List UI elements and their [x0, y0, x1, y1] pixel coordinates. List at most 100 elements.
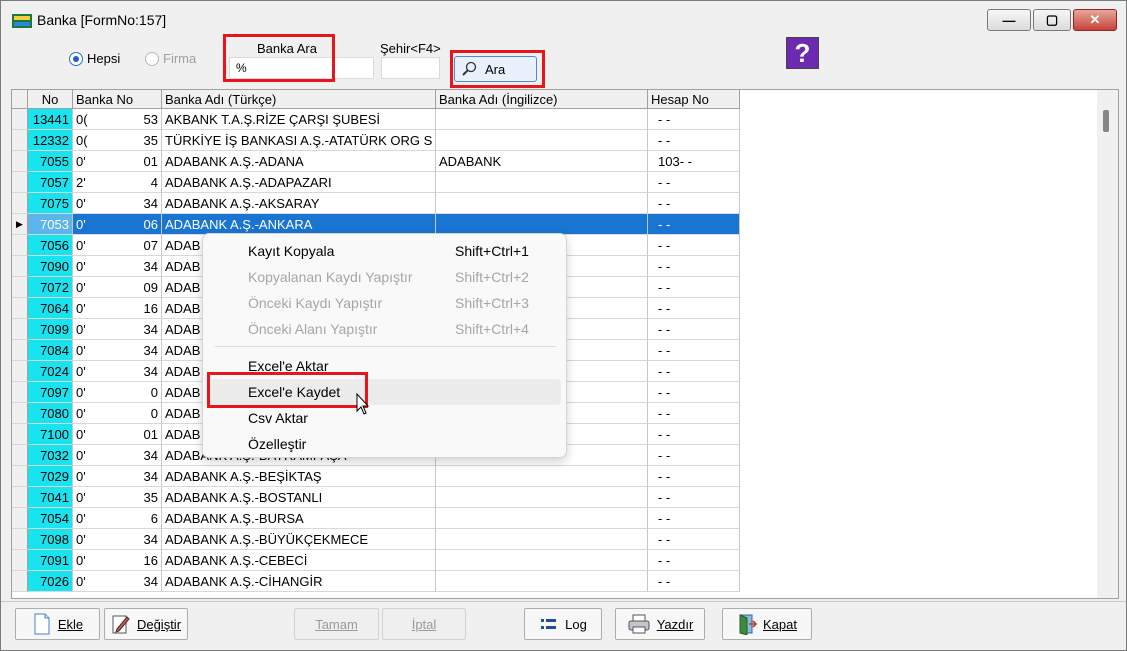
cell-account-no[interactable]: - - [648, 130, 740, 151]
cell-bank-name-tr[interactable]: ADABANK A.Ş.-ANKARA [162, 214, 436, 235]
cell-bank-no[interactable]: 0' 01 [73, 424, 162, 445]
cell-bank-name-tr[interactable]: ADABANK A.Ş.-BURSA [162, 508, 436, 529]
cell-no[interactable]: 7097 [28, 382, 73, 403]
cell-account-no[interactable]: - - [648, 466, 740, 487]
header-account-no[interactable]: Hesap No [648, 90, 740, 109]
cell-no[interactable]: 7057 [28, 172, 73, 193]
cell-bank-no[interactable]: 0' 34 [73, 319, 162, 340]
cell-no[interactable]: 7080 [28, 403, 73, 424]
cell-account-no[interactable]: - - [648, 361, 740, 382]
cell-account-no[interactable]: - - [648, 235, 740, 256]
cell-bank-no[interactable]: 0' 35 [73, 487, 162, 508]
cell-no[interactable]: 7084 [28, 340, 73, 361]
cell-no[interactable]: 7055 [28, 151, 73, 172]
cell-no[interactable]: 7032 [28, 445, 73, 466]
table-row[interactable]: ▶ 7053 0' 06 ADABANK A.Ş.-ANKARA - - [12, 214, 740, 235]
cell-bank-no[interactable]: 0' 34 [73, 529, 162, 550]
cell-account-no[interactable]: - - [648, 340, 740, 361]
radio-firm[interactable]: Firma [145, 51, 196, 66]
menu-item-önceki-alanı-yapıştır[interactable]: Önceki Alanı Yapıştır Shift+Ctrl+4 [209, 316, 561, 342]
cell-bank-no[interactable]: 0(35 [73, 130, 162, 151]
cell-bank-name-tr[interactable]: ADABANK A.Ş.-BOSTANLI [162, 487, 436, 508]
cell-no[interactable]: 7098 [28, 529, 73, 550]
cell-bank-name-en[interactable] [436, 508, 648, 529]
cell-bank-no[interactable]: 0' 34 [73, 466, 162, 487]
close-window-button[interactable]: ✕ [1073, 9, 1117, 31]
cell-account-no[interactable]: - - [648, 571, 740, 592]
close-button[interactable]: Kapat [722, 608, 812, 640]
print-button[interactable]: Yazdır [615, 608, 705, 640]
cell-no[interactable]: 7024 [28, 361, 73, 382]
maximize-button[interactable]: ▢ [1033, 9, 1071, 31]
table-row[interactable]: 7054 0' 6 ADABANK A.Ş.-BURSA - - [12, 508, 740, 529]
cell-bank-no[interactable]: 0' 09 [73, 277, 162, 298]
cell-account-no[interactable]: - - [648, 550, 740, 571]
cell-bank-no[interactable]: 0' 34 [73, 193, 162, 214]
header-bank-no[interactable]: Banka No [73, 90, 162, 109]
minimize-button[interactable]: — [987, 9, 1031, 31]
table-row[interactable]: 12332 0(35 TÜRKİYE İŞ BANKASI A.Ş.-ATATÜRK… [12, 130, 740, 151]
cell-bank-name-en[interactable] [436, 130, 648, 151]
cell-bank-name-en[interactable]: ADABANK [436, 151, 648, 172]
cell-no[interactable]: 7072 [28, 277, 73, 298]
cell-bank-no[interactable]: 0' 07 [73, 235, 162, 256]
cell-account-no[interactable]: - - [648, 277, 740, 298]
cell-bank-name-tr[interactable]: ADABANK A.Ş.-ADANA [162, 151, 436, 172]
cell-no[interactable]: 7056 [28, 235, 73, 256]
menu-item-önceki-kaydı-yapıştır[interactable]: Önceki Kaydı Yapıştır Shift+Ctrl+3 [209, 290, 561, 316]
radio-all[interactable]: Hepsi [69, 51, 120, 66]
cell-bank-no[interactable]: 0' 34 [73, 256, 162, 277]
cell-account-no[interactable]: - - [648, 214, 740, 235]
cell-no[interactable]: 7100 [28, 424, 73, 445]
cell-account-no[interactable]: - - [648, 529, 740, 550]
header-no[interactable]: No [28, 90, 73, 109]
cell-no[interactable]: 7053 [28, 214, 73, 235]
table-row[interactable]: 7098 0' 34 ADABANK A.Ş.-BÜYÜKÇEKMECE - - [12, 529, 740, 550]
cell-bank-no[interactable]: 0' 0 [73, 403, 162, 424]
cell-bank-no[interactable]: 0' 01 [73, 151, 162, 172]
table-row[interactable]: 7057 2' 4 ADABANK A.Ş.-ADAPAZARI - - [12, 172, 740, 193]
table-row[interactable]: 7041 0' 35 ADABANK A.Ş.-BOSTANLI - - [12, 487, 740, 508]
cell-bank-no[interactable]: 0' 34 [73, 340, 162, 361]
city-input[interactable] [381, 57, 440, 79]
cell-bank-name-en[interactable] [436, 214, 648, 235]
cell-bank-no[interactable]: 0' 0 [73, 382, 162, 403]
vertical-scrollbar[interactable] [1097, 90, 1118, 598]
cell-bank-name-en[interactable] [436, 529, 648, 550]
cell-account-no[interactable]: - - [648, 298, 740, 319]
cell-bank-name-tr[interactable]: ADABANK A.Ş.-BÜYÜKÇEKMECE [162, 529, 436, 550]
cell-account-no[interactable]: - - [648, 193, 740, 214]
header-bank-name-en[interactable]: Banka Adı (İngilizce) [436, 90, 648, 109]
cell-account-no[interactable]: - - [648, 172, 740, 193]
table-row[interactable]: 7026 0' 34 ADABANK A.Ş.-CİHANGİR - - [12, 571, 740, 592]
cell-no[interactable]: 7099 [28, 319, 73, 340]
cell-bank-name-tr[interactable]: ADABANK A.Ş.-CİHANGİR [162, 571, 436, 592]
table-row[interactable]: 13441 0(53 AKBANK T.A.Ş.RİZE ÇARŞI ŞUBESİ -… [12, 109, 740, 130]
cell-bank-no[interactable]: 0' 16 [73, 298, 162, 319]
cell-account-no[interactable]: 103- - [648, 151, 740, 172]
cell-no[interactable]: 7091 [28, 550, 73, 571]
cell-bank-name-en[interactable] [436, 487, 648, 508]
cell-account-no[interactable]: - - [648, 403, 740, 424]
table-row[interactable]: 7055 0' 01 ADABANK A.Ş.-ADANA ADABANK 103- - [12, 151, 740, 172]
menu-item-özelleştir[interactable]: Özelleştir [209, 431, 561, 457]
cell-account-no[interactable]: - - [648, 256, 740, 277]
cell-bank-name-tr[interactable]: ADABANK A.Ş.-AKSARAY [162, 193, 436, 214]
cell-no[interactable]: 7026 [28, 571, 73, 592]
table-row[interactable]: 7029 0' 34 ADABANK A.Ş.-BEŞİKTAŞ - - [12, 466, 740, 487]
cell-bank-no[interactable]: 0' 16 [73, 550, 162, 571]
cell-bank-no[interactable]: 0' 06 [73, 214, 162, 235]
cell-no[interactable]: 7064 [28, 298, 73, 319]
scrollbar-thumb[interactable] [1103, 110, 1109, 132]
cell-bank-name-en[interactable] [436, 550, 648, 571]
cell-bank-no[interactable]: 0' 34 [73, 445, 162, 466]
cell-bank-name-en[interactable] [436, 466, 648, 487]
cell-account-no[interactable]: - - [648, 424, 740, 445]
menu-item-kopyalanan-kaydı-yapıştır[interactable]: Kopyalanan Kaydı Yapıştır Shift+Ctrl+2 [209, 264, 561, 290]
cell-bank-no[interactable]: 0(53 [73, 109, 162, 130]
cell-account-no[interactable]: - - [648, 487, 740, 508]
log-button[interactable]: Log [524, 608, 602, 640]
table-row[interactable]: 7091 0' 16 ADABANK A.Ş.-CEBECİ - - [12, 550, 740, 571]
header-bank-name-tr[interactable]: Banka Adı (Türkçe) [162, 90, 436, 109]
cell-no[interactable]: 7054 [28, 508, 73, 529]
